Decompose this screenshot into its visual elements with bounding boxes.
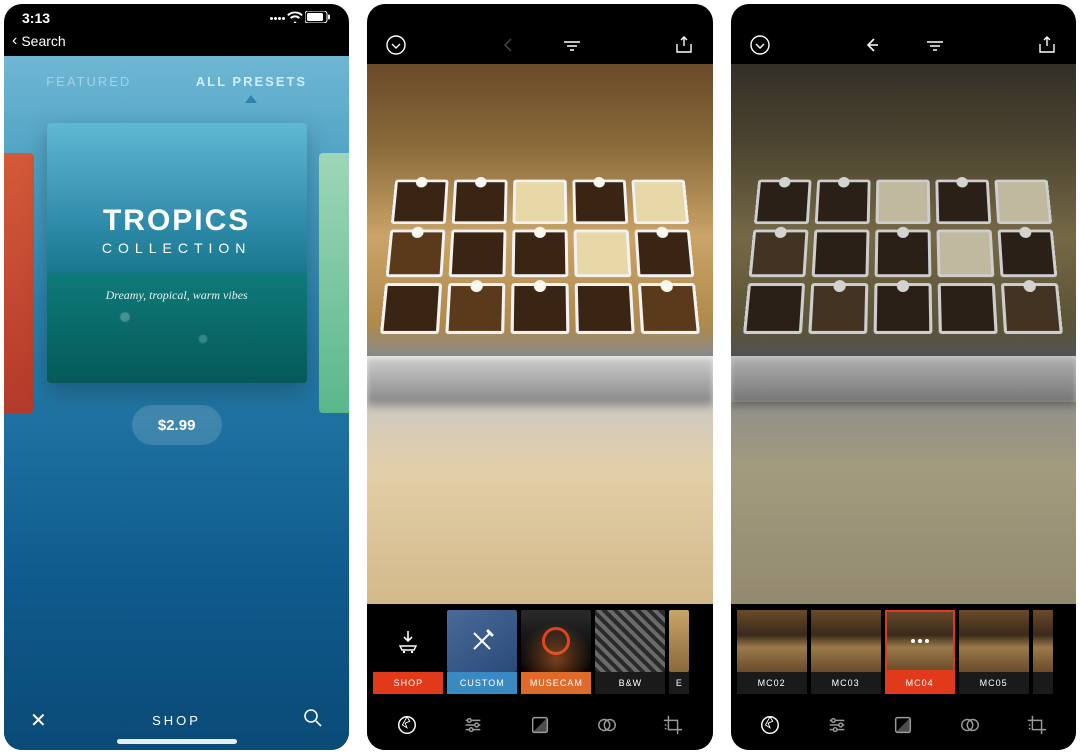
chip-musecam[interactable]: MUSECAM [521, 610, 591, 700]
close-icon[interactable]: ✕ [30, 708, 50, 733]
lines-icon[interactable] [924, 34, 946, 56]
preset-category-strip[interactable]: SHOP CUSTOM MUSECAM B&W E [367, 604, 712, 700]
filter-label: MC05 [959, 672, 1029, 694]
preset-carousel[interactable]: TROPICS COLLECTION Dreamy, tropical, war… [4, 103, 349, 383]
share-icon[interactable] [1036, 34, 1058, 56]
status-time: 3:13 [22, 10, 50, 26]
lines-icon[interactable] [561, 34, 583, 56]
chip-shop-label: SHOP [373, 672, 443, 694]
download-cart-icon [373, 610, 443, 672]
preset-card-prev[interactable] [4, 153, 34, 413]
filter-label: MC02 [737, 672, 807, 694]
filter-label: MC04 [885, 672, 955, 694]
footer-shop-label[interactable]: SHOP [152, 713, 201, 728]
brush-cross-icon [447, 610, 517, 672]
search-icon[interactable] [303, 708, 323, 733]
photo-preview-filtered[interactable] [731, 64, 1076, 604]
bw-thumb [595, 610, 665, 672]
battery-icon [305, 10, 331, 26]
chip-partial[interactable]: E [669, 610, 689, 700]
filter-thumb [737, 610, 807, 672]
filter-strip[interactable]: MC02 MC03 MC04 MC05 [731, 604, 1076, 700]
signal-icon [270, 17, 285, 20]
filter-thumb [885, 610, 955, 672]
intensity-dots-icon [885, 610, 955, 672]
shop-tabs: FEATURED ALL PRESETS [4, 56, 349, 103]
filter-mc02[interactable]: MC02 [737, 610, 807, 700]
editor-top-bar [731, 4, 1076, 64]
buy-button[interactable]: $2.99 [132, 405, 222, 445]
arrow-left-icon[interactable] [860, 34, 882, 56]
tool-adjust[interactable] [452, 704, 494, 746]
tool-tone[interactable] [882, 704, 924, 746]
editor-toolbar [731, 700, 1076, 750]
status-right [270, 10, 331, 26]
screen-editor-filters: MC02 MC03 MC04 MC05 [731, 4, 1076, 750]
tab-all-presets[interactable]: ALL PRESETS [196, 74, 307, 89]
back-to-search[interactable]: ‹ Search [4, 32, 349, 56]
tool-crop[interactable] [652, 704, 694, 746]
preset-tagline: Dreamy, tropical, warm vibes [106, 288, 248, 303]
chip-musecam-label: MUSECAM [521, 672, 591, 694]
filter-partial[interactable] [1033, 610, 1053, 700]
arrow-left-icon [497, 34, 519, 56]
editor-toolbar [367, 700, 712, 750]
preset-title: TROPICS [103, 204, 250, 238]
price-label: $2.99 [158, 417, 196, 434]
tab-featured[interactable]: FEATURED [46, 74, 131, 89]
filter-mc05[interactable]: MC05 [959, 610, 1029, 700]
tool-color[interactable] [586, 704, 628, 746]
tool-tone[interactable] [519, 704, 561, 746]
chip-custom-label: CUSTOM [447, 672, 517, 694]
chevron-left-icon: ‹ [12, 32, 17, 50]
filter-thumb [959, 610, 1029, 672]
filter-thumb [811, 610, 881, 672]
screen-editor-categories: SHOP CUSTOM MUSECAM B&W E [367, 4, 712, 750]
shop-pane: FEATURED ALL PRESETS TROPICS COLLECTION … [4, 56, 349, 750]
filter-mc04[interactable]: MC04 [885, 610, 955, 700]
preset-card-next[interactable] [319, 153, 349, 413]
tool-crop[interactable] [1016, 704, 1058, 746]
screen-shop: 3:13 ‹ Search FEATURED ALL PRESETS TROPI… [4, 4, 349, 750]
filter-mc03[interactable]: MC03 [811, 610, 881, 700]
tool-presets[interactable] [749, 704, 791, 746]
status-bar: 3:13 [4, 4, 349, 32]
preset-subtitle: COLLECTION [102, 240, 251, 256]
ring-icon [521, 610, 591, 672]
chevron-circle-down-icon[interactable] [385, 34, 407, 56]
editor-top-bar [367, 4, 712, 64]
chip-shop[interactable]: SHOP [373, 610, 443, 700]
chip-bw-label: B&W [595, 672, 665, 694]
chip-custom[interactable]: CUSTOM [447, 610, 517, 700]
wifi-icon [287, 10, 303, 26]
share-icon[interactable] [673, 34, 695, 56]
preset-card-tropics[interactable]: TROPICS COLLECTION Dreamy, tropical, war… [47, 123, 307, 383]
back-label: Search [21, 33, 65, 49]
photo-preview[interactable] [367, 64, 712, 604]
chevron-circle-down-icon[interactable] [749, 34, 771, 56]
chip-partial-label: E [669, 672, 689, 694]
tool-presets[interactable] [386, 704, 428, 746]
tool-adjust[interactable] [816, 704, 858, 746]
tool-color[interactable] [949, 704, 991, 746]
chip-bw[interactable]: B&W [595, 610, 665, 700]
filter-label: MC03 [811, 672, 881, 694]
home-indicator[interactable] [117, 739, 237, 744]
